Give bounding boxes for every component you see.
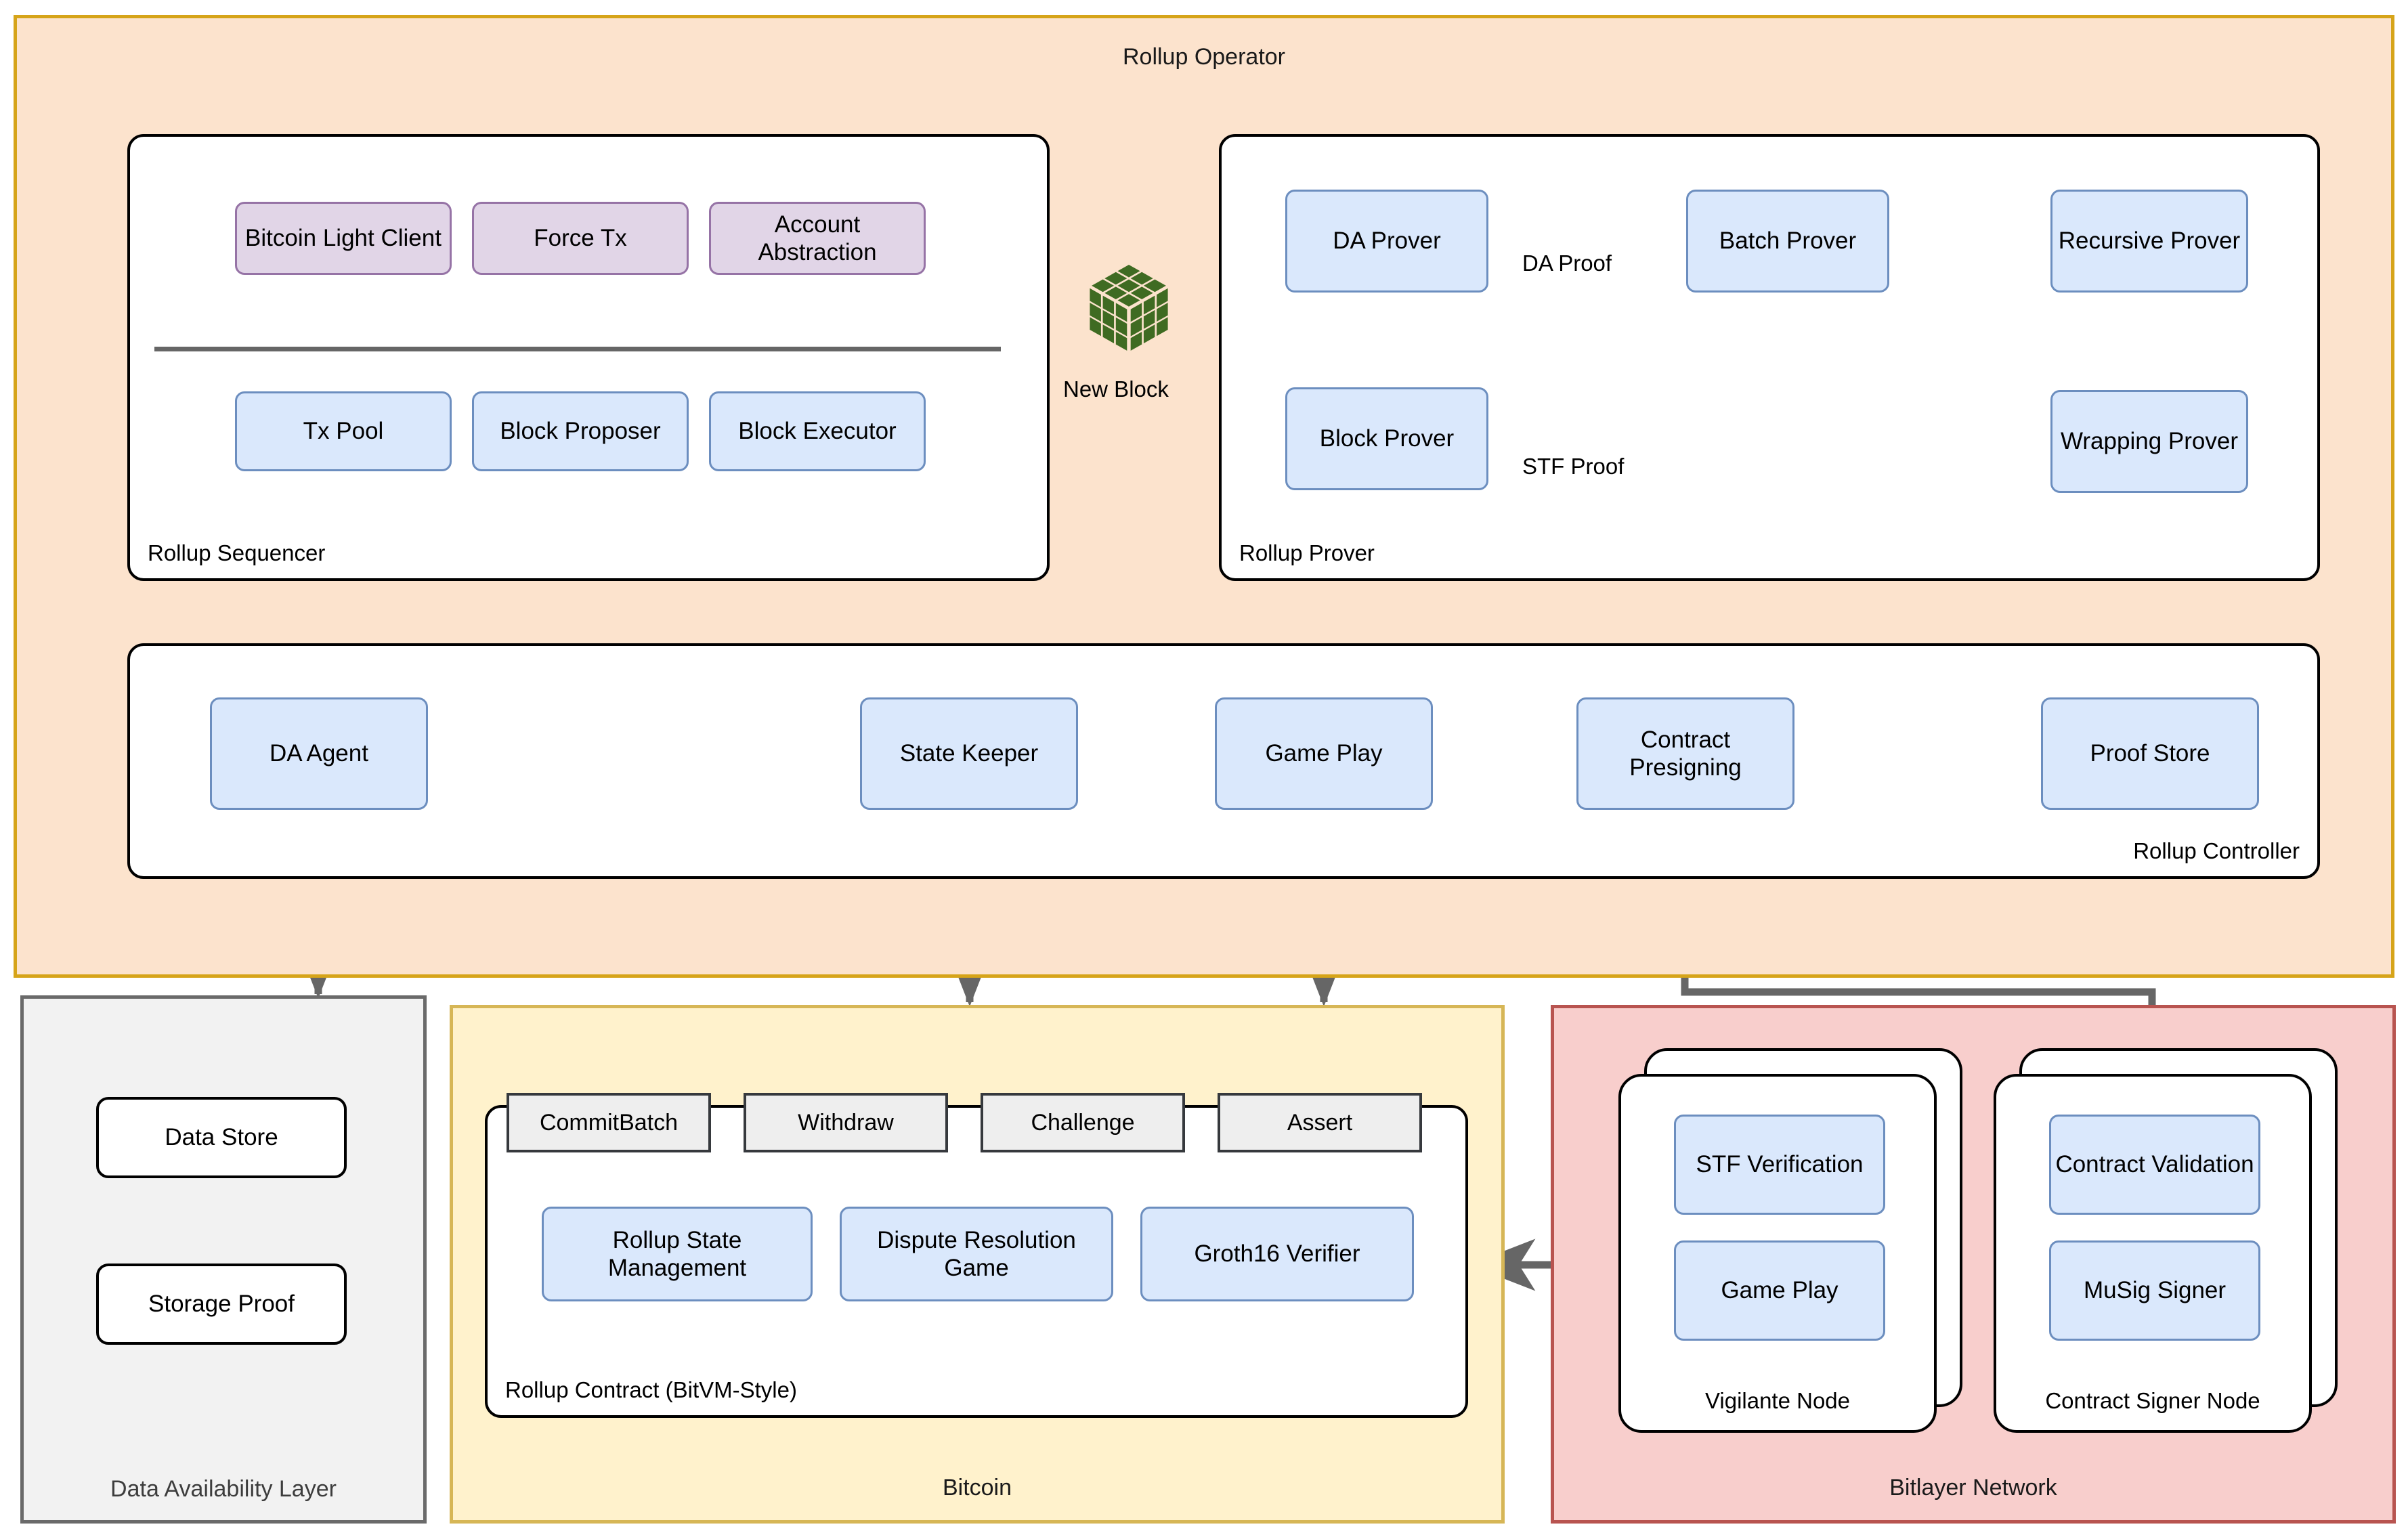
region-data-availability-layer-label: Data Availability Layer [110, 1476, 337, 1502]
box-label: MuSig Signer [2083, 1277, 2227, 1304]
box-game-play-vigilante[interactable]: Game Play [1674, 1240, 1885, 1341]
box-tx-pool[interactable]: Tx Pool [235, 391, 452, 471]
box-batch-prover[interactable]: Batch Prover [1686, 190, 1889, 293]
box-label: Recursive Prover [2058, 228, 2241, 255]
box-label: State Keeper [899, 740, 1039, 767]
box-dispute-resolution-game[interactable]: Dispute Resolution Game [840, 1207, 1113, 1301]
sequencer-divider [154, 347, 1001, 351]
box-block-proposer[interactable]: Block Proposer [472, 391, 689, 471]
box-force-tx[interactable]: Force Tx [472, 202, 689, 275]
panel-rollup-prover-label: Rollup Prover [1239, 540, 1375, 565]
box-contract-presigning[interactable]: Contract Presigning [1576, 697, 1794, 810]
region-rollup-operator-label: Rollup Operator [1122, 44, 1285, 70]
box-label: Assert [1287, 1109, 1353, 1136]
box-label: Storage Proof [148, 1291, 295, 1318]
node-contract-signer-label: Contract Signer Node [2045, 1388, 2260, 1413]
box-assert[interactable]: Assert [1218, 1093, 1422, 1152]
region-bitlayer-network-label: Bitlayer Network [1889, 1475, 2057, 1500]
box-label: Game Play [1265, 740, 1383, 767]
box-label: Rollup State Management [607, 1226, 747, 1281]
box-label: Challenge [1031, 1109, 1135, 1136]
box-groth16-verifier[interactable]: Groth16 Verifier [1140, 1207, 1414, 1301]
box-label: Bitcoin Light Client [245, 225, 442, 252]
box-label: Contract Presigning [1629, 726, 1742, 781]
node-vigilante-label: Vigilante Node [1704, 1388, 1851, 1413]
box-label: Account Abstraction [758, 211, 877, 265]
box-withdraw[interactable]: Withdraw [744, 1093, 948, 1152]
box-data-store[interactable]: Data Store [96, 1097, 347, 1178]
box-challenge[interactable]: Challenge [981, 1093, 1185, 1152]
box-label: DA Prover [1333, 228, 1441, 255]
box-label: Block Proposer [500, 418, 661, 445]
box-block-executor[interactable]: Block Executor [709, 391, 926, 471]
box-label: Dispute Resolution Game [877, 1226, 1076, 1281]
box-game-play-controller[interactable]: Game Play [1215, 697, 1433, 810]
box-label: Block Executor [738, 418, 897, 445]
box-label: Force Tx [534, 225, 627, 252]
label-stf-proof: STF Proof [1522, 454, 1625, 479]
box-storage-proof[interactable]: Storage Proof [96, 1264, 347, 1345]
box-label: Block Prover [1319, 425, 1455, 452]
box-wrapping-prover[interactable]: Wrapping Prover [2050, 390, 2248, 493]
box-account-abstraction[interactable]: Account Abstraction [709, 202, 926, 275]
box-label: Contract Validation [2055, 1151, 2254, 1178]
box-label: DA Agent [270, 740, 368, 767]
box-contract-validation[interactable]: Contract Validation [2049, 1115, 2260, 1215]
box-label: Tx Pool [303, 418, 384, 445]
box-label: Wrapping Prover [2061, 428, 2238, 455]
panel-rollup-sequencer: Rollup Sequencer [127, 134, 1050, 581]
label-da-proof: DA Proof [1522, 251, 1612, 276]
box-bitcoin-light-client[interactable]: Bitcoin Light Client [235, 202, 452, 275]
box-label: Data Store [165, 1124, 278, 1151]
box-state-keeper[interactable]: State Keeper [860, 697, 1078, 810]
box-da-agent[interactable]: DA Agent [210, 697, 428, 810]
panel-rollup-contract-label: Rollup Contract (BitVM-Style) [505, 1377, 797, 1402]
box-label: CommitBatch [539, 1109, 679, 1136]
box-block-prover[interactable]: Block Prover [1285, 387, 1488, 490]
panel-rollup-controller-label: Rollup Controller [2133, 838, 2300, 863]
box-label: Batch Prover [1719, 228, 1857, 255]
box-label: Game Play [1721, 1277, 1839, 1304]
label-new-block: New Block [1063, 376, 1169, 402]
box-commitbatch[interactable]: CommitBatch [507, 1093, 711, 1152]
box-label: Withdraw [798, 1109, 894, 1136]
region-bitcoin-label: Bitcoin [942, 1475, 1012, 1500]
panel-rollup-sequencer-label: Rollup Sequencer [148, 540, 326, 565]
box-label: STF Verification [1696, 1151, 1864, 1178]
box-recursive-prover[interactable]: Recursive Prover [2050, 190, 2248, 293]
box-proof-store[interactable]: Proof Store [2041, 697, 2259, 810]
box-label: Proof Store [2090, 740, 2210, 767]
box-stf-verification[interactable]: STF Verification [1674, 1115, 1885, 1215]
box-label: Groth16 Verifier [1194, 1240, 1360, 1268]
diagram-canvas: Rollup Operator Rollup Sequencer Bitcoin… [0, 0, 2408, 1533]
box-da-prover[interactable]: DA Prover [1285, 190, 1488, 293]
box-rollup-state-management[interactable]: Rollup State Management [542, 1207, 813, 1301]
cube-icon [1090, 265, 1168, 351]
region-data-availability-layer: Data Availability Layer [20, 995, 427, 1524]
box-musig-signer[interactable]: MuSig Signer [2049, 1240, 2260, 1341]
